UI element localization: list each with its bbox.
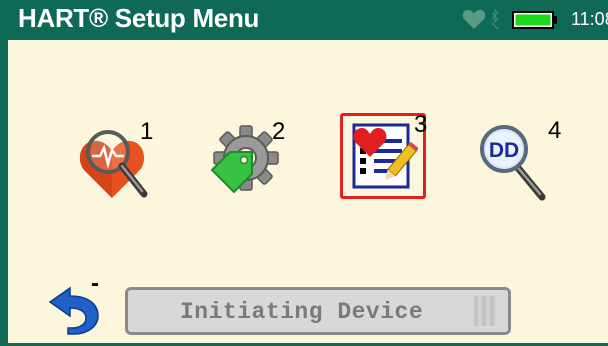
clock: 11:08 [571, 9, 608, 29]
svg-text:DD: DD [489, 139, 519, 162]
menu-item-settings[interactable]: 2 [208, 116, 300, 208]
status-message: Initiating Device [180, 299, 424, 325]
menu-item-device-description[interactable]: DD 4 [474, 117, 566, 209]
page-title: HART® Setup Menu [18, 3, 260, 33]
menu-item-number: 4 [548, 117, 562, 144]
menu-item-diagnostics[interactable]: 1 [78, 118, 170, 212]
menu-item-number: 3 [414, 111, 428, 138]
bluetooth-icon [491, 8, 499, 30]
back-button[interactable] [48, 282, 108, 336]
menu-item-number: 1 [140, 118, 154, 145]
back-arrow-icon [48, 286, 99, 335]
battery-icon [512, 11, 557, 29]
diagnostics-magnifier-heart-icon [79, 130, 148, 198]
device-screen: HART® Setup Menu 11:08 1 [0, 0, 608, 346]
status-message-box: Initiating Device [125, 287, 511, 335]
progress-indicator [474, 296, 496, 326]
menu-item-number: 2 [272, 118, 286, 145]
heart-icon [462, 9, 486, 29]
settings-gear-tag-icon [210, 125, 279, 194]
title-bar: HART® Setup Menu 11:08 [4, 0, 608, 40]
back-key-label: - [91, 270, 99, 297]
menu-item-checklist[interactable]: 3 [340, 111, 432, 205]
